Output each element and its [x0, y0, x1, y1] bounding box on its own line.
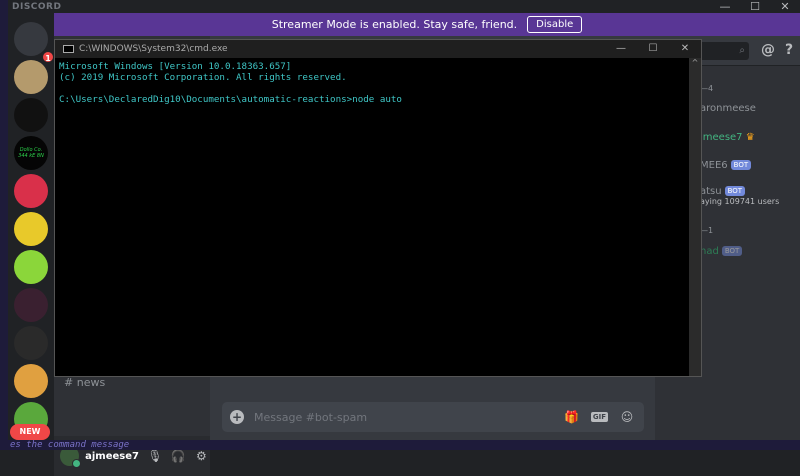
- mention-icon[interactable]: @: [761, 42, 775, 58]
- server-icon[interactable]: [14, 364, 48, 398]
- streamer-mode-banner: Streamer Mode is enabled. Stay safe, fri…: [54, 13, 800, 36]
- terminal-line: Microsoft Windows [Version 10.0.18363.65…: [59, 61, 292, 72]
- terminal-line: (c) 2019 Microsoft Corporation. All righ…: [59, 72, 347, 83]
- member-status: aying 109741 users: [700, 197, 780, 206]
- server-icon[interactable]: [14, 174, 48, 208]
- bot-tag: BOT: [730, 160, 752, 170]
- terminal-line: C:\Users\DeclaredDig10\Documents\automat…: [59, 94, 402, 105]
- cmd-window[interactable]: C:\WINDOWS\System32\cmd.exe — ☐ ✕ Micros…: [54, 39, 702, 377]
- server-icon[interactable]: [14, 212, 48, 246]
- cmd-scrollbar[interactable]: [689, 58, 701, 376]
- headphones-icon[interactable]: 🎧: [170, 449, 187, 463]
- search-icon: ⌕: [739, 45, 745, 56]
- cmd-window-controls: — ☐ ✕: [605, 40, 701, 58]
- server-icon[interactable]: [14, 326, 48, 360]
- server-icon[interactable]: [14, 60, 48, 94]
- server-icon[interactable]: [14, 250, 48, 284]
- disable-button[interactable]: Disable: [527, 16, 583, 33]
- gear-icon[interactable]: ⚙: [193, 449, 210, 463]
- banner-text: Streamer Mode is enabled. Stay safe, fri…: [271, 18, 518, 31]
- gift-icon[interactable]: 🎁: [563, 410, 581, 424]
- background-editor-text: es the command message: [0, 440, 800, 450]
- maximize-button[interactable]: ☐: [740, 0, 770, 14]
- emoji-icon[interactable]: ☺: [618, 410, 636, 424]
- server-icon[interactable]: Dollo Co. 344 kE 8N: [14, 136, 48, 170]
- server-icon[interactable]: [14, 288, 48, 322]
- cmd-maximize-button[interactable]: ☐: [637, 40, 669, 58]
- cmd-minimize-button[interactable]: —: [605, 40, 637, 58]
- member-item[interactable]: atsu BOT aying 109741 users: [700, 186, 779, 206]
- bot-tag: BOT: [724, 186, 746, 196]
- message-composer[interactable]: + Message #bot-spam 🎁 GIF ☺: [222, 402, 644, 432]
- microphone-icon[interactable]: 🎙: [146, 449, 163, 463]
- desktop-edge: [0, 0, 8, 450]
- plus-icon[interactable]: +: [230, 410, 244, 424]
- server-icon[interactable]: [14, 98, 48, 132]
- search-input[interactable]: ⌕: [695, 42, 749, 60]
- cmd-title: C:\WINDOWS\System32\cmd.exe: [79, 44, 228, 54]
- member-item[interactable]: MEE6 BOT: [700, 160, 752, 171]
- member-name: jmeese7: [700, 132, 743, 143]
- bot-tag: BOT: [721, 246, 743, 256]
- member-item[interactable]: aronmeese: [700, 103, 756, 114]
- channel-news[interactable]: # news: [64, 376, 105, 389]
- username: ajmeese7: [85, 450, 139, 462]
- member-item[interactable]: had BOT: [700, 246, 743, 257]
- window-controls: — ☐ ✕: [710, 0, 800, 14]
- member-name: atsu: [700, 186, 722, 197]
- new-badge[interactable]: NEW: [10, 424, 50, 440]
- cmd-icon: [63, 45, 74, 53]
- message-input[interactable]: Message #bot-spam: [254, 411, 553, 424]
- help-icon[interactable]: ?: [785, 42, 793, 58]
- cmd-close-button[interactable]: ✕: [669, 40, 701, 58]
- member-name: aronmeese: [700, 103, 756, 114]
- notification-badge: 1: [41, 50, 55, 64]
- hash-icon: #: [64, 376, 77, 389]
- close-button[interactable]: ✕: [770, 0, 800, 14]
- server-logo-text: Dollo Co. 344 kE 8N: [18, 147, 44, 159]
- minimize-button[interactable]: —: [710, 0, 740, 14]
- server-list: 1 Dollo Co. 344 kE 8N: [8, 14, 55, 440]
- crown-icon: ♛: [745, 132, 755, 143]
- member-name: had: [700, 246, 719, 257]
- terminal-output[interactable]: Microsoft Windows [Version 10.0.18363.65…: [55, 58, 701, 108]
- gif-button[interactable]: GIF: [590, 412, 608, 422]
- member-item[interactable]: jmeese7 ♛: [700, 132, 755, 143]
- app-brand: DISCORD: [12, 2, 62, 12]
- member-name: MEE6: [700, 160, 728, 171]
- channel-label: news: [76, 376, 106, 389]
